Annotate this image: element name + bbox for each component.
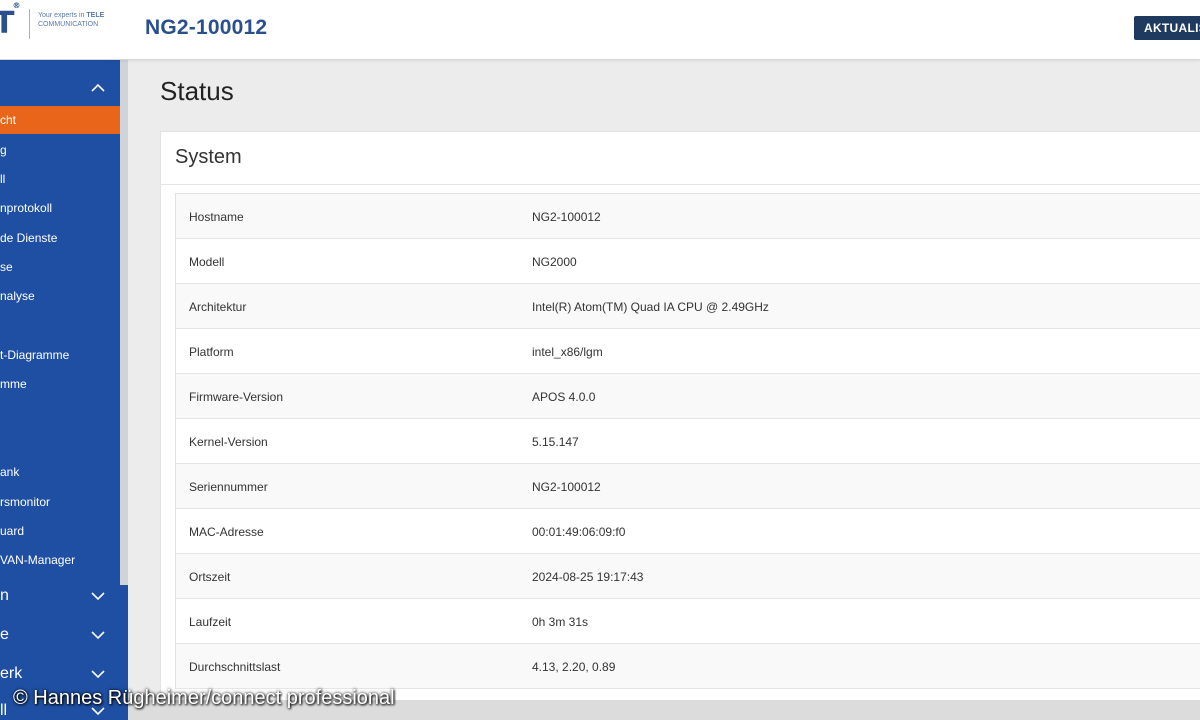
sidebar-group-label: erk	[0, 665, 23, 682]
table-row: Laufzeit 0h 3m 31s	[176, 599, 1200, 644]
table-row: MAC-Adresse 00:01:49:06:09:f0	[176, 509, 1200, 554]
update-button[interactable]: AKTUALIS	[1134, 16, 1200, 40]
sidebar-item-label: uard	[0, 524, 25, 538]
row-value: 0h 3m 31s	[532, 615, 589, 629]
table-row: Firmware-Version APOS 4.0.0	[176, 374, 1200, 419]
row-value: 00:01:49:06:09:f0	[532, 525, 626, 539]
photo-credit: © Hannes Rügheimer/connect professional	[13, 687, 395, 709]
sidebar-item[interactable]: nalyse	[0, 282, 120, 310]
table-row: Platform intel_x86/lgm	[176, 329, 1200, 374]
row-value: APOS 4.0.0	[532, 390, 596, 404]
row-key: Ortszeit	[189, 570, 231, 584]
sidebar-item-label: ll	[0, 172, 6, 186]
sidebar-item[interactable]: g	[0, 136, 120, 164]
table-row: Modell NG2000	[176, 239, 1200, 284]
table-row: Hostname NG2-100012	[176, 194, 1200, 239]
sidebar-group[interactable]: n	[0, 578, 128, 614]
sidebar-item[interactable]: uard	[0, 517, 120, 545]
top-header: T® Your experts in TELE COMMUNICATION NG2…	[0, 0, 1200, 60]
sidebar-item-label: cht	[0, 113, 17, 127]
row-value: NG2000	[532, 255, 577, 269]
chevron-down-icon	[90, 588, 106, 604]
row-value: intel_x86/lgm	[532, 345, 603, 359]
card-title: System	[175, 146, 242, 168]
sidebar: cht g ll nprotokoll de Dienste se nalyse t-Diag…	[0, 60, 128, 720]
sidebar-item[interactable]: nprotokoll	[0, 194, 120, 222]
sidebar-item-label: g	[0, 143, 7, 157]
sidebar-item-label: t-Diagramme	[0, 348, 70, 362]
sidebar-item[interactable]: t-Diagramme	[0, 341, 120, 369]
card-divider	[160, 184, 1200, 185]
logo-tagline: Your experts in TELE COMMUNICATION	[38, 12, 105, 28]
row-value: 4.13, 2.20, 0.89	[532, 660, 616, 674]
row-value: 5.15.147	[532, 435, 579, 449]
table-row: Ortszeit 2024-08-25 19:17:43	[176, 554, 1200, 599]
sidebar-item[interactable]: ank	[0, 458, 120, 486]
logo-divider	[29, 9, 30, 39]
chevron-down-icon	[90, 666, 106, 682]
sidebar-item[interactable]: mme	[0, 370, 120, 398]
chevron-down-icon	[90, 627, 106, 643]
chevron-up-icon	[90, 80, 106, 96]
sidebar-item-label: VAN-Manager	[0, 553, 76, 567]
sidebar-item-label: nprotokoll	[0, 201, 53, 215]
sidebar-item[interactable]: ll	[0, 165, 120, 193]
sidebar-item[interactable]: VAN-Manager	[0, 546, 120, 574]
brand-logo[interactable]: T®	[0, 1, 20, 41]
table-row: Seriennummer NG2-100012	[176, 464, 1200, 509]
table-row: Kernel-Version 5.15.147	[176, 419, 1200, 464]
row-key: MAC-Adresse	[189, 525, 264, 539]
table-row: Architektur Intel(R) Atom(TM) Quad IA CPU…	[176, 284, 1200, 329]
sidebar-item-label: de Dienste	[0, 231, 58, 245]
row-key: Hostname	[189, 210, 244, 224]
row-key: Modell	[189, 255, 225, 269]
sidebar-group-label: e	[0, 626, 9, 643]
system-info-table: Hostname NG2-100012 Modell NG2000 Architektu…	[175, 193, 1200, 689]
row-key: Seriennummer	[189, 480, 268, 494]
page-title: Status	[160, 76, 234, 106]
row-key: Kernel-Version	[189, 435, 268, 449]
sidebar-group-label: n	[0, 587, 9, 604]
sidebar-group-status[interactable]	[0, 70, 128, 106]
row-key: Laufzeit	[189, 615, 232, 629]
sidebar-item[interactable]: de Dienste	[0, 224, 120, 252]
row-key: Durchschnittslast	[189, 660, 281, 674]
row-value: Intel(R) Atom(TM) Quad IA CPU @ 2.49GHz	[532, 300, 769, 314]
row-key: Architektur	[189, 300, 247, 314]
sidebar-item[interactable]: rsmonitor	[0, 488, 120, 516]
sidebar-item-label: ank	[0, 465, 20, 479]
sidebar-group[interactable]: e	[0, 617, 128, 653]
sidebar-item-label: rsmonitor	[0, 495, 51, 509]
sidebar-scrollbar[interactable]	[120, 60, 128, 585]
sidebar-item[interactable]: cht	[0, 106, 120, 134]
row-value: NG2-100012	[532, 480, 601, 494]
row-value: NG2-100012	[532, 210, 601, 224]
sidebar-item-label: mme	[0, 377, 27, 391]
row-key: Firmware-Version	[189, 390, 284, 404]
sidebar-group-label: ll	[0, 702, 8, 719]
sidebar-item-label: se	[0, 260, 13, 274]
row-key: Platform	[189, 345, 234, 359]
sidebar-item[interactable]: se	[0, 253, 120, 281]
device-name-title: NG2-100012	[145, 16, 268, 39]
sidebar-item-label: nalyse	[0, 289, 35, 303]
table-row: Durchschnittslast 4.13, 2.20, 0.89	[176, 644, 1200, 689]
row-value: 2024-08-25 19:17:43	[532, 570, 644, 584]
